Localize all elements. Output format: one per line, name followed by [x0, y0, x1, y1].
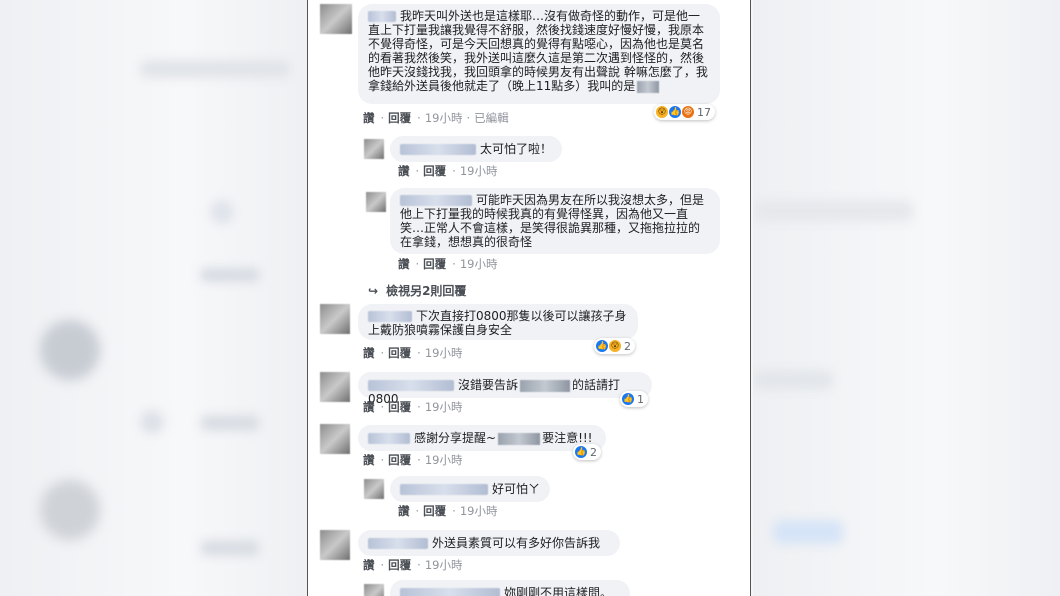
avatar[interactable] [364, 584, 384, 596]
timestamp[interactable]: 19小時 [460, 164, 498, 178]
timestamp[interactable]: 19小時 [460, 257, 498, 271]
reaction-summary[interactable]: 👍 😮 2 [594, 338, 635, 354]
comment-actions: 讚 · 回覆 · 19小時 [363, 400, 463, 414]
reply-button[interactable]: 回覆 [423, 504, 446, 518]
like-reaction-icon: 👍 [669, 106, 681, 118]
reply-bubble: 妳剛剛不用這樣問。 [390, 580, 630, 596]
comment-text: 要注意!!! [542, 431, 593, 445]
reply-actions: 讚 · 回覆 · 19小時 [398, 504, 498, 518]
reply-button[interactable]: 回覆 [388, 558, 411, 572]
commenter-name[interactable] [400, 484, 488, 495]
commenter-name[interactable] [400, 144, 476, 155]
like-reaction-icon: 👍 [622, 393, 634, 405]
comment-bubble: 沒錯要告訴 的話請打0800 [358, 372, 652, 406]
like-button[interactable]: 讚 [363, 453, 375, 467]
reaction-summary[interactable]: 👍 2 [573, 444, 601, 460]
comment-actions: 讚 · 回覆 · 19小時 · 已編輯 [363, 111, 509, 125]
reaction-count: 2 [624, 339, 631, 353]
avatar[interactable] [320, 372, 350, 402]
commenter-name[interactable] [368, 311, 412, 322]
blurred-background-left [0, 0, 307, 596]
reply-text: 太可怕了啦！ [480, 142, 553, 156]
reply-actions: 讚 · 回覆 · 19小時 [398, 164, 498, 178]
avatar[interactable] [320, 530, 350, 560]
commenter-name[interactable] [368, 538, 428, 549]
avatar[interactable] [320, 4, 352, 34]
reaction-summary[interactable]: 👍 1 [620, 391, 648, 407]
like-button[interactable]: 讚 [398, 257, 410, 271]
avatar[interactable] [320, 304, 350, 334]
reply-arrow-icon: ↪ [368, 284, 379, 298]
reply-button[interactable]: 回覆 [388, 111, 411, 125]
reply-button[interactable]: 回覆 [388, 453, 411, 467]
commenter-name[interactable] [368, 11, 396, 22]
comment-bubble: 下次直接打0800那隻以後可以讓孩子身上戴防狼噴霧保護自身安全 [358, 304, 638, 340]
redacted-text [637, 80, 660, 93]
reaction-count: 2 [590, 445, 597, 459]
commenter-name[interactable] [400, 195, 472, 206]
timestamp[interactable]: 19小時 [425, 558, 463, 572]
comment-actions: 讚 · 回覆 · 19小時 [363, 558, 463, 572]
reply-actions: 讚 · 回覆 · 19小時 [398, 257, 498, 271]
like-reaction-icon: 👍 [575, 446, 587, 458]
like-button[interactable]: 讚 [363, 558, 375, 572]
comment-bubble: 外送員素質可以有多好你告訴我 [358, 530, 620, 556]
reaction-count: 1 [637, 392, 644, 406]
like-button[interactable]: 讚 [363, 400, 375, 414]
timestamp[interactable]: 19小時 [425, 400, 463, 414]
reaction-count: 17 [697, 105, 711, 119]
avatar[interactable] [364, 479, 384, 499]
reply-bubble: 太可怕了啦！ [390, 136, 562, 162]
comment-bubble: 感謝分享提醒~ 要注意!!! [358, 425, 606, 451]
timestamp[interactable]: 19小時 [425, 346, 463, 360]
reaction-summary[interactable]: 😮 👍 😡 17 [654, 104, 715, 120]
avatar[interactable] [320, 424, 350, 454]
redacted-text [498, 432, 541, 445]
reply-bubble: 好可怕ㄚ [390, 476, 550, 502]
wow-reaction-icon: 😮 [609, 340, 621, 352]
avatar[interactable] [366, 192, 386, 212]
reply-button[interactable]: 回覆 [423, 257, 446, 271]
wow-reaction-icon: 😮 [656, 106, 668, 118]
like-button[interactable]: 讚 [363, 111, 375, 125]
comment-actions: 讚 · 回覆 · 19小時 [363, 346, 463, 360]
comment-actions: 讚 · 回覆 · 19小時 [363, 453, 463, 467]
redacted-text [520, 379, 571, 392]
reply-button[interactable]: 回覆 [423, 164, 446, 178]
reply-bubble: 可能昨天因為男友在所以我沒想太多，但是他上下打量我的時候我真的有覺得怪異，因為他… [390, 188, 720, 254]
reply-text: 好可怕ㄚ [492, 482, 541, 496]
like-button[interactable]: 讚 [398, 504, 410, 518]
edited-label: 已編輯 [474, 111, 509, 125]
reply-button[interactable]: 回覆 [388, 400, 411, 414]
commenter-name[interactable] [400, 588, 500, 596]
commenter-name[interactable] [368, 380, 454, 391]
commenter-name[interactable] [368, 433, 410, 444]
like-reaction-icon: 👍 [596, 340, 608, 352]
comment-text: 外送員素質可以有多好你告訴我 [432, 536, 601, 550]
comments-panel: 我昨天叫外送也是這樣耶…沒有做奇怪的動作，可是他一直上下打量我讓我覺得不舒服，然… [307, 0, 751, 596]
like-button[interactable]: 讚 [363, 346, 375, 360]
comment-text: 沒錯要告訴 [458, 378, 519, 392]
avatar[interactable] [364, 139, 384, 159]
angry-reaction-icon: 😡 [682, 106, 694, 118]
timestamp[interactable]: 19小時 [425, 453, 463, 467]
view-more-replies-link[interactable]: ↪ 檢視另2則回覆 [368, 282, 466, 299]
comment-text: 感謝分享提醒~ [414, 431, 497, 445]
comment-bubble: 我昨天叫外送也是這樣耶…沒有做奇怪的動作，可是他一直上下打量我讓我覺得不舒服，然… [358, 4, 720, 104]
timestamp[interactable]: 19小時 [460, 504, 498, 518]
blurred-background-right [753, 0, 1060, 596]
reply-text: 妳剛剛不用這樣問。 [504, 586, 613, 596]
reply-button[interactable]: 回覆 [388, 346, 411, 360]
like-button[interactable]: 讚 [398, 164, 410, 178]
timestamp[interactable]: 19小時 [425, 111, 463, 125]
